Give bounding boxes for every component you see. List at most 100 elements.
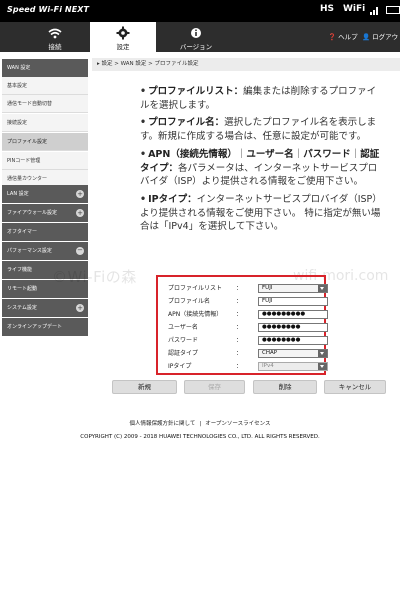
profile-form: プロファイルリスト ： FUJI プロファイル名 ： FUJI APN（接続先情…	[156, 275, 328, 375]
sidebar-item-label: 基本設定	[7, 83, 28, 89]
sidebar-item-label: 接続設定	[7, 120, 28, 126]
sidebar-item-label: パフォーマンス設定	[7, 248, 52, 254]
desc-separator: ｜	[293, 148, 304, 160]
password-input[interactable]: ●●●●●●●●	[258, 336, 328, 345]
wifi-indicator: WiFi	[343, 4, 366, 14]
desc-term: APN（接続先情報）	[148, 148, 237, 160]
hs-indicator: HS	[320, 4, 335, 14]
sidebar-item-label: オンラインアップデート	[7, 324, 63, 330]
bullet-icon: •	[140, 148, 147, 160]
tab-connect[interactable]: 接続	[30, 22, 80, 52]
username-input[interactable]: ●●●●●●●●	[258, 323, 328, 332]
select-value: FUJI	[262, 285, 273, 291]
desc-term: プロファイルリスト：	[148, 86, 244, 97]
form-row-username: ユーザー名 ： ●●●●●●●●	[168, 323, 328, 332]
desc-term: プロファイル名：	[148, 117, 225, 129]
field-label: 認証タイプ	[168, 350, 199, 357]
form-row-ip-type: IPタイプ ： IPv4	[168, 362, 328, 371]
form-row-profile-list: プロファイルリスト ： FUJI	[168, 284, 328, 293]
help-icon: ❓	[328, 33, 337, 41]
sidebar-item-pin[interactable]: PINコード管理	[2, 152, 88, 170]
sidebar-item-basic[interactable]: 基本設定	[2, 77, 88, 95]
sidebar-item-online-update[interactable]: オンラインアップデート	[2, 318, 88, 336]
tab-version-label: バージョン	[179, 43, 213, 51]
form-row-apn: APN（接続先情報） ： ●●●●●●●●●	[168, 310, 328, 319]
sidebar-item-profile[interactable]: プロファイル設定	[2, 133, 88, 151]
brand-logo: Speed Wi-Fi NEXT	[7, 5, 90, 14]
sidebar: WAN 設定 基本設定 通信モード自動切替 接続設定 プロファイル設定 PINコ…	[0, 52, 88, 600]
sidebar-item-wan[interactable]: WAN 設定	[2, 59, 88, 77]
footer-links: 個人情報保護方針に関して | オープンソースライセンス	[0, 419, 400, 427]
breadcrumb-text: 設定 > WAN 設定 > プロファイル設定	[101, 61, 199, 67]
form-row-password: パスワード ： ●●●●●●●●	[168, 336, 328, 345]
field-label: IPタイプ	[168, 363, 192, 370]
logout-link[interactable]: 👤 ログアウ	[362, 31, 398, 41]
auth-type-select[interactable]: CHAP	[258, 349, 328, 358]
sidebar-item-label: システム設定	[7, 305, 37, 311]
tab-version[interactable]: バージョン	[168, 22, 224, 52]
expand-icon: +	[76, 304, 84, 312]
field-label: プロファイル名	[168, 298, 211, 305]
profile-list-select[interactable]: FUJI	[258, 284, 328, 293]
logout-label: ログアウ	[372, 33, 399, 41]
field-label: プロファイルリスト	[168, 285, 223, 292]
main-nav: 接続 設定 バージョン ❓ ヘルプ 👤 ログアウ	[0, 22, 400, 52]
profile-name-input[interactable]: FUJI	[258, 297, 328, 306]
save-button[interactable]: 保存	[184, 380, 245, 394]
sidebar-item-label: LAN 設定	[7, 191, 29, 197]
delete-button[interactable]: 削除	[253, 380, 317, 394]
new-button[interactable]: 新規	[112, 380, 177, 394]
sidebar-item-label: PINコード管理	[7, 158, 41, 164]
field-colon: ：	[236, 324, 243, 331]
sidebar-item-lan[interactable]: LAN 設定 +	[2, 185, 88, 203]
sidebar-item-system[interactable]: システム設定 +	[2, 299, 88, 317]
status-bar: Speed Wi-Fi NEXT HS WiFi	[0, 0, 400, 22]
select-value: CHAP	[262, 350, 278, 356]
sidebar-item-performance[interactable]: パフォーマンス設定 −	[2, 242, 88, 260]
sidebar-item-auto-switch[interactable]: 通信モード自動切替	[2, 95, 88, 113]
expand-icon: +	[76, 209, 84, 217]
chevron-down-icon	[318, 285, 327, 292]
form-row-profile-name: プロファイル名 ： FUJI	[168, 297, 328, 306]
help-label: ヘルプ	[338, 33, 358, 41]
select-value: IPv4	[262, 363, 274, 369]
field-label: APN（接続先情報）	[168, 311, 223, 318]
watermark: ©Wi-Fiの森	[52, 268, 137, 286]
sidebar-item-label: リモート起動	[7, 286, 38, 292]
privacy-link[interactable]: 個人情報保護方針に関して	[130, 421, 196, 427]
field-colon: ：	[236, 337, 243, 344]
user-icon: 👤	[362, 33, 371, 41]
sidebar-item-connection[interactable]: 接続設定	[2, 114, 88, 132]
bullet-icon: •	[140, 117, 147, 129]
bullet-icon: •	[140, 86, 147, 97]
ip-type-select[interactable]: IPv4	[258, 362, 328, 371]
apn-input[interactable]: ●●●●●●●●●	[258, 310, 328, 319]
desc-separator: ｜	[350, 148, 361, 160]
sidebar-item-label: 通信量カウンター	[7, 176, 48, 182]
sidebar-item-label: 通信モード自動切替	[7, 101, 53, 107]
copyright: COPYRIGHT (C) 2009 - 2018 HUAWEI TECHNOL…	[80, 434, 320, 440]
battery-icon	[386, 6, 400, 14]
desc-profile-name: • プロファイル名：選択したプロファイル名を表示します。新規に作成する場合は、任意…	[140, 116, 385, 143]
desc-separator: ｜	[236, 148, 247, 160]
form-row-auth-type: 認証タイプ ： CHAP	[168, 349, 328, 358]
field-colon: ：	[236, 363, 243, 370]
tab-settings[interactable]: 設定	[90, 22, 156, 52]
help-link[interactable]: ❓ ヘルプ	[328, 31, 358, 41]
breadcrumb: ▸ 設定 > WAN 設定 > プロファイル設定	[92, 58, 400, 71]
field-colon: ：	[236, 350, 243, 357]
cancel-button[interactable]: キャンセル	[324, 380, 386, 394]
oss-license-link[interactable]: オープンソースライセンス	[205, 421, 270, 427]
bullet-icon: •	[140, 193, 147, 205]
sidebar-item-off-timer[interactable]: オフタイマー	[2, 223, 88, 241]
sidebar-item-label: WAN 設定	[7, 65, 31, 71]
sidebar-item-label: オフタイマー	[7, 229, 38, 235]
sidebar-item-firewall[interactable]: ファイアウォール設定 +	[2, 204, 88, 222]
sidebar-item-label: プロファイル設定	[7, 139, 48, 145]
sidebar-item-label: ライフ機能	[7, 267, 33, 273]
field-colon: ：	[236, 311, 243, 318]
signal-icon	[370, 7, 378, 15]
footer-separator: |	[199, 421, 202, 427]
help-description: • プロファイルリスト：編集または削除するプロファイルを選択します。 • プロファイ…	[140, 85, 385, 238]
collapse-icon: −	[76, 246, 84, 255]
